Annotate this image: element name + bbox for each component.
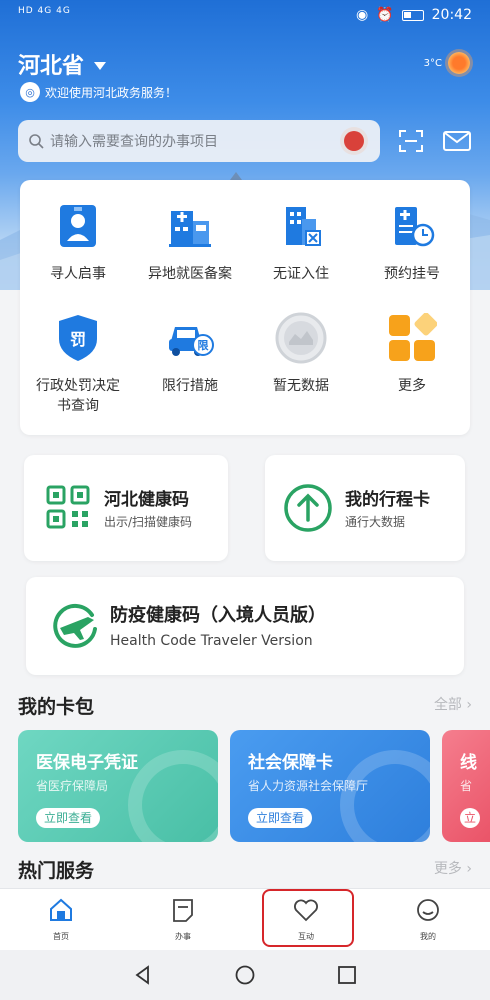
- watermark-emblem-icon: [128, 750, 218, 842]
- caret-down-icon: [94, 62, 107, 70]
- voice-search-icon[interactable]: [340, 127, 368, 155]
- document-icon: [173, 899, 193, 922]
- tab-home[interactable]: 首页: [31, 897, 91, 942]
- wallet-card-title: 医保电子凭证: [36, 753, 138, 773]
- wallet-all-label: 全部: [433, 697, 462, 713]
- hotel-icon: [273, 198, 329, 254]
- wallet-all-link[interactable]: 全部 ›: [434, 694, 472, 714]
- region-name: 河北省: [18, 54, 85, 79]
- service-label: 暂无数据: [273, 378, 329, 394]
- service-no-data: 暂无数据: [245, 310, 357, 396]
- hot-services-title: 热门服务: [18, 860, 95, 882]
- service-label: 预约挂号: [384, 266, 440, 282]
- car-restriction-icon: 限: [162, 310, 218, 366]
- qr-code-icon: [46, 485, 90, 529]
- health-code-title: 河北健康码: [104, 490, 189, 510]
- traveler-code-title: 防疫健康码（入境人员版）: [110, 605, 326, 626]
- service-label: 限行措施: [162, 378, 218, 394]
- temperature: 3°C: [423, 57, 442, 69]
- smile-icon: [417, 899, 439, 921]
- tab-label: 我的: [420, 932, 436, 941]
- wallet-card-button[interactable]: 立即查看: [36, 808, 101, 828]
- wallet-card-button[interactable]: 立: [460, 808, 481, 828]
- service-remote-medical[interactable]: 异地就医备案: [134, 198, 246, 284]
- tab-label: 办事: [175, 932, 191, 941]
- services-grid: 寻人启事 异地就医备案 无证入住 预约挂号 罚 行政处罚决定 书查询 限 限行措…: [20, 180, 470, 435]
- wallet-card-button[interactable]: 立即查看: [248, 808, 313, 828]
- tab-label: 首页: [53, 932, 69, 941]
- traveler-code-card[interactable]: 防疫健康码（入境人员版） Health Code Traveler Versio…: [26, 577, 464, 675]
- wallet-title: 我的卡包: [18, 696, 95, 718]
- health-code-card[interactable]: 河北健康码 出示/扫描健康码: [24, 455, 228, 561]
- welcome-text: 欢迎使用河北政务服务！: [45, 85, 178, 100]
- status-right: ◉ ⏰ 20:42: [356, 7, 472, 23]
- tab-mine[interactable]: 我的: [398, 897, 458, 942]
- service-label-line2: 书查询: [57, 398, 99, 414]
- home-icon: [50, 898, 72, 921]
- wallet-card-title: 社会保障卡: [248, 753, 333, 773]
- wallet-card-subtitle: 省: [460, 779, 473, 793]
- airplane-circle-icon: [53, 603, 97, 648]
- more-grid-icon: [384, 310, 440, 366]
- penalty-badge-text: 罚: [70, 330, 86, 349]
- trip-card-title: 我的行程卡: [345, 490, 430, 510]
- wallet-card-social-security[interactable]: 社会保障卡 省人力资源社会保障厅 立即查看: [230, 730, 430, 842]
- mail-icon[interactable]: [442, 128, 472, 154]
- system-nav-bar: [0, 950, 490, 1000]
- restriction-badge-text: 限: [198, 338, 209, 352]
- wallet-card-title: 线: [460, 753, 477, 773]
- service-traffic-restriction[interactable]: 限 限行措施: [134, 310, 246, 396]
- service-penalty-query[interactable]: 罚 行政处罚决定 书查询: [22, 310, 134, 416]
- service-more[interactable]: 更多: [356, 310, 468, 396]
- watermark-emblem-icon: [340, 750, 430, 842]
- alarm-icon: ⏰: [376, 7, 394, 23]
- trip-card[interactable]: 我的行程卡 通行大数据: [265, 455, 465, 561]
- penalty-shield-icon: 罚: [50, 310, 106, 366]
- recents-icon[interactable]: [336, 964, 358, 986]
- region-selector[interactable]: 河北省: [18, 48, 107, 80]
- wallet-card-partial[interactable]: 线 省 立: [442, 730, 490, 842]
- service-label: 寻人启事: [50, 266, 106, 282]
- signal-indicators: HD 4G 4G: [18, 6, 71, 16]
- appointment-icon: [384, 198, 440, 254]
- sun-icon: [448, 52, 470, 74]
- arrow-up-circle-icon: [284, 484, 332, 532]
- back-icon[interactable]: [132, 964, 154, 986]
- service-label: 更多: [398, 378, 426, 394]
- highlight-box: [262, 889, 354, 947]
- service-missing-person[interactable]: 寻人启事: [22, 198, 134, 284]
- wallet-card-medical[interactable]: 医保电子凭证 省医疗保障局 立即查看: [18, 730, 218, 842]
- traveler-code-subtitle: Health Code Traveler Version: [110, 633, 313, 649]
- chevron-right-icon: ›: [466, 861, 472, 877]
- placeholder-emblem-icon: [273, 310, 329, 366]
- trip-card-subtitle: 通行大数据: [345, 515, 406, 529]
- search-placeholder: 请输入需要查询的办事项目: [50, 134, 218, 150]
- scan-icon[interactable]: [397, 128, 425, 154]
- eye-icon: ◉: [355, 7, 369, 23]
- wallet-card-subtitle: 省医疗保障局: [36, 779, 109, 793]
- bottom-tab-bar: 首页 办事 互动 我的: [0, 888, 490, 950]
- hebei-logo-icon: ◎: [20, 82, 40, 102]
- battery-icon: [401, 9, 424, 21]
- service-label-line1: 行政处罚决定: [36, 378, 120, 394]
- service-label: 无证入住: [273, 266, 329, 282]
- chevron-right-icon: ›: [466, 697, 472, 713]
- search-icon: [29, 134, 44, 149]
- search-bar[interactable]: 请输入需要查询的办事项目: [18, 120, 380, 162]
- person-id-icon: [50, 198, 106, 254]
- weather-widget[interactable]: 3°C: [424, 52, 470, 74]
- health-code-subtitle: 出示/扫描健康码: [104, 515, 193, 529]
- home-nav-icon[interactable]: [234, 964, 256, 986]
- wallet-card-subtitle: 省人力资源社会保障厅: [248, 779, 369, 793]
- status-bar: HD 4G 4G ◉ ⏰ 20:42: [0, 0, 490, 30]
- welcome-banner: ◎ 欢迎使用河北政务服务！: [20, 82, 177, 102]
- hot-services-more-link[interactable]: 更多 ›: [434, 858, 472, 878]
- tab-services[interactable]: 办事: [153, 897, 213, 942]
- hospital-icon: [162, 198, 218, 254]
- hot-services-more-label: 更多: [433, 861, 462, 877]
- clock: 20:42: [431, 7, 472, 23]
- service-label: 异地就医备案: [148, 266, 232, 282]
- service-appointment[interactable]: 预约挂号: [356, 198, 468, 284]
- service-check-in[interactable]: 无证入住: [245, 198, 357, 284]
